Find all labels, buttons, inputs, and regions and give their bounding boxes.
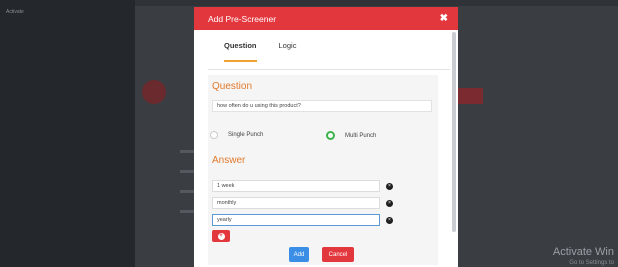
background-sidebar-label: Activate [6, 9, 24, 15]
cancel-button[interactable]: Cancel [322, 247, 354, 262]
tab-logic[interactable]: Logic [279, 41, 297, 62]
radio-single-punch-row[interactable]: Single Punch [210, 131, 263, 139]
background-step-circle [142, 80, 166, 104]
multi-punch-label: Multi Punch [345, 132, 377, 139]
windows-activation-subtext: Go to Settings to [569, 260, 614, 266]
answer-input-3[interactable]: yearly [212, 214, 380, 226]
single-punch-radio[interactable] [210, 131, 218, 139]
background-topbar [135, 0, 618, 6]
background-line [180, 150, 194, 153]
answer-heading: Answer [212, 155, 246, 166]
tab-divider [208, 69, 450, 70]
add-answer-icon: + [217, 232, 225, 240]
add-button[interactable]: Add [289, 247, 309, 262]
modal-scrollbar[interactable] [452, 32, 456, 232]
add-answer-button[interactable]: + [212, 230, 230, 242]
tab-question[interactable]: Question [224, 41, 257, 62]
background-red-button [455, 88, 483, 104]
remove-answer-icon[interactable]: × [386, 183, 393, 190]
question-panel: Question how often do u using this produ… [208, 75, 438, 265]
answer-input-1[interactable]: 1 week [212, 180, 380, 192]
add-pre-screener-modal: Add Pre-Screener ✖ Question Logic Questi… [194, 7, 458, 267]
modal-tabs: Question Logic [224, 41, 296, 62]
single-punch-label: Single Punch [228, 132, 264, 138]
question-heading: Question [212, 81, 253, 92]
background-line [180, 190, 194, 193]
multi-punch-radio[interactable] [326, 131, 335, 140]
modal-title: Add Pre-Screener [208, 13, 277, 24]
remove-answer-icon[interactable]: × [386, 200, 393, 207]
answer-input-2[interactable]: monthly [212, 197, 380, 209]
close-icon[interactable]: ✖ [440, 13, 448, 24]
background-sidebar: Activate [0, 0, 135, 267]
background-line [180, 210, 194, 213]
remove-answer-icon[interactable]: × [386, 217, 393, 224]
windows-activation-watermark: Activate Win [552, 246, 614, 258]
modal-header: Add Pre-Screener ✖ [194, 7, 458, 30]
radio-multi-punch-row[interactable]: Multi Punch [326, 131, 376, 140]
question-input[interactable]: how often do u using this product? [212, 100, 432, 112]
background-line [180, 170, 194, 173]
